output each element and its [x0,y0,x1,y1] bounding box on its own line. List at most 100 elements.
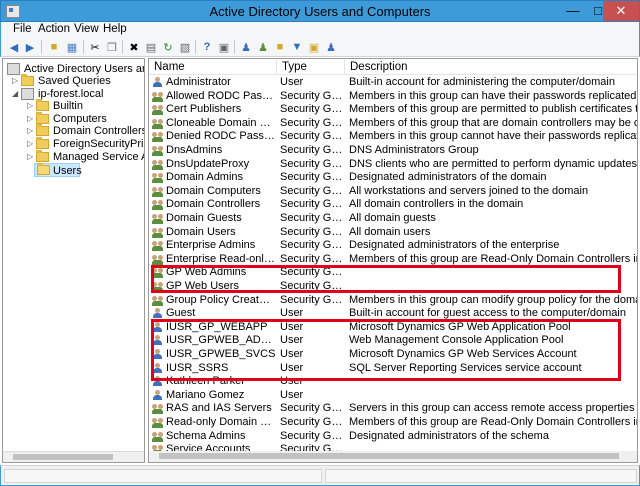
show-tree-icon[interactable]: ▦ [65,40,79,54]
folder-icon [36,150,49,162]
export-list-icon[interactable]: ▧ [178,40,192,54]
cut-icon[interactable]: ✂ [88,40,102,54]
close-button[interactable]: ✕ [603,1,639,21]
list-item[interactable]: Mariano Gomez User [149,389,637,403]
copy-icon[interactable]: ❐ [105,40,119,54]
group-icon [152,172,164,184]
tree-item-root[interactable]: Active Directory Users and Com [7,63,144,75]
list-item[interactable]: Domain Guests Security Group...All domain… [149,212,637,226]
tree-item-managed-service-accounts[interactable]: ▷ Managed Service Accoun [27,150,144,163]
tree-horizontal-scrollbar[interactable] [3,451,144,462]
list-item[interactable]: Administrator User Built-in account for ad… [149,76,637,90]
list-item[interactable]: Domain Users Security Group...All domain … [149,226,637,240]
list-item[interactable]: Group Policy Creator Own... Security Grou… [149,294,637,308]
item-type: Security Group... [280,157,346,170]
status-pane-right [325,469,637,483]
up-folder-icon[interactable]: ■ [47,40,61,54]
item-name: Schema Admins [166,429,246,442]
list-item[interactable]: Domain Controllers Security Group...All d… [149,198,637,212]
refresh-icon[interactable]: ↻ [161,40,175,54]
tree-item-users[interactable]: Users [34,163,82,177]
new-ou-icon[interactable]: ■ [273,40,287,54]
expand-icon[interactable]: ▷ [27,100,33,112]
menu-file[interactable]: File [13,23,32,35]
item-name: Domain Controllers [166,198,261,211]
item-type: Security Group... [280,429,346,442]
scrollbar-thumb[interactable] [13,454,113,460]
list-item[interactable]: Enterprise Admins Security Group...Design… [149,239,637,253]
column-header-description[interactable]: Description [345,59,637,75]
list-item[interactable]: Cert Publishers Security Group...Members … [149,103,637,117]
list-item[interactable]: RAS and IAS Servers Security Group...Serv… [149,402,637,416]
column-header-type[interactable]: Type [277,59,345,75]
list-item[interactable]: Denied RODC Password Re... Security Group… [149,130,637,144]
item-type: User [280,388,304,401]
expand-icon[interactable]: ▷ [27,138,33,150]
item-description: DNS clients who are permitted to perform… [349,157,637,170]
folder-icon [36,112,49,124]
collapse-icon[interactable]: ◢ [12,88,18,100]
item-description: DNS Administrators Group [349,144,479,156]
group-icon [152,159,164,170]
item-description: Members of this group are Read-Only Doma… [349,252,637,265]
scrollbar-thumb[interactable] [159,453,619,459]
list-item[interactable]: Schema Admins Security Group...Designated… [149,430,637,444]
list-item[interactable]: Read-only Domain Control... Security Grou… [149,416,637,430]
minimize-button[interactable]: — [561,1,585,21]
group-icon [152,104,164,116]
item-description: Members in this group can modify group p… [349,293,638,306]
folder-icon [21,74,34,86]
find-icon[interactable]: ▣ [307,40,321,54]
expand-icon[interactable]: ▷ [27,125,33,137]
item-name: Cloneable Domain Control... [166,116,276,129]
add-to-group-icon[interactable]: ♟ [324,40,338,54]
item-type: Security Group... [280,252,346,265]
console-icon[interactable]: ▣ [217,40,231,54]
expand-icon[interactable]: ▷ [12,75,18,87]
delete-icon[interactable]: ✖ [127,40,141,54]
list-item[interactable]: Allowed RODC Password R... Security Group… [149,90,637,104]
list-item[interactable]: Domain Admins Security Group...Designated… [149,171,637,185]
item-type: Security Group... [280,130,346,143]
forward-icon[interactable]: ▶ [23,40,37,54]
item-name: Enterprise Admins [166,239,256,252]
domain-icon [21,88,34,100]
tree-item-domain-controllers[interactable]: ▷ Domain Controllers [27,124,145,137]
item-type: Security Group... [280,144,346,156]
item-name: Denied RODC Password Re... [166,130,276,143]
tree-item-label: Domain Controllers [53,125,145,137]
help-icon[interactable]: ? [200,40,214,54]
list-item[interactable]: Domain Computers Security Group...All wor… [149,185,637,199]
new-group-icon[interactable]: ♟ [256,40,270,54]
group-icon [152,118,164,129]
tree-item-computers[interactable]: ▷ Computers [27,112,144,125]
item-description: All domain guests [349,212,436,224]
column-header-name[interactable]: Name [149,59,277,75]
list-item[interactable]: DnsUpdateProxy Security Group...DNS clien… [149,158,637,172]
expand-icon[interactable]: ▷ [27,113,33,125]
group-icon [152,240,164,252]
item-type: Security Group... [280,293,346,306]
item-description: Members of this group that are domain co… [349,116,638,129]
menu-view[interactable]: View [74,23,99,35]
back-icon[interactable]: ◀ [7,40,21,54]
menu-help[interactable]: Help [103,23,127,35]
list-item[interactable]: DnsAdmins Security Group...DNS Administra… [149,144,637,158]
item-description: Built-in account for administering the c… [349,76,615,88]
filter-icon[interactable]: ▼ [290,40,304,54]
folder-icon [36,99,49,111]
list-horizontal-scrollbar[interactable] [149,451,637,462]
expand-icon[interactable]: ▷ [27,151,33,163]
list-item[interactable]: Cloneable Domain Control... Security Grou… [149,117,637,131]
properties-icon[interactable]: ▤ [144,40,158,54]
group-icon [152,254,164,265]
item-type: Security Group... [280,171,346,184]
group-icon [152,91,164,102]
tree-item-foreign-security-principals[interactable]: ▷ ForeignSecurityPrincipals [27,137,144,150]
menu-action[interactable]: Action [38,23,70,35]
new-user-icon[interactable]: ♟ [239,40,253,54]
tree-item-saved-queries[interactable]: ▷ Saved Queries [12,74,144,87]
list-header: Name Type Description [149,59,637,75]
item-description: Members in this group cannot have their … [349,130,637,143]
tree-item-builtin[interactable]: ▷ Builtin [27,99,144,112]
